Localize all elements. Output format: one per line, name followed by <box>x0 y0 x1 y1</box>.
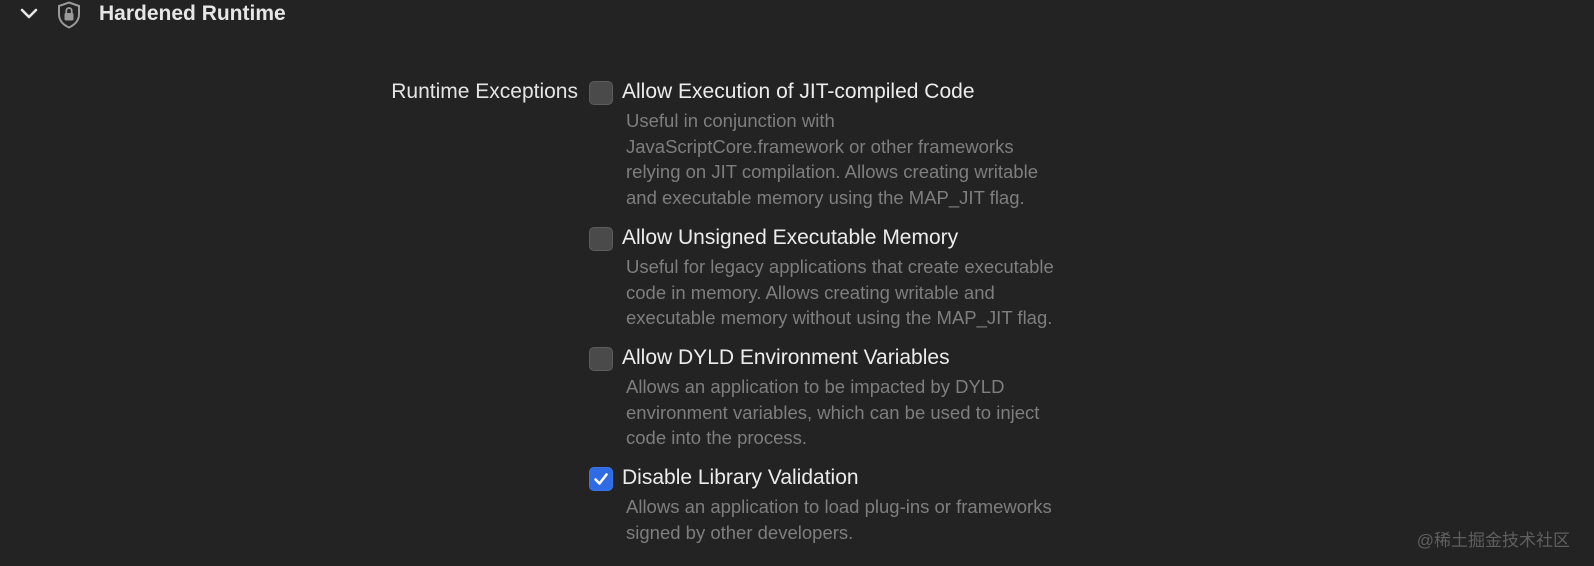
allow-unsigned-memory-label[interactable]: Allow Unsigned Executable Memory <box>622 225 958 251</box>
allow-jit-label[interactable]: Allow Execution of JIT-compiled Code <box>622 79 975 105</box>
description-line: executable memory without using the MAP_… <box>626 307 1053 329</box>
description-line: JavaScriptCore.framework or other framew… <box>626 135 1014 157</box>
disable-library-validation-label[interactable]: Disable Library Validation <box>622 465 859 491</box>
allow-dyld-env-description: Allows an application to be impacted by … <box>626 374 1039 451</box>
description-line: Allows an application to load plug-ins o… <box>626 496 1052 517</box>
allow-jit-checkbox[interactable] <box>589 81 613 105</box>
allow-dyld-env-checkbox[interactable] <box>589 347 613 371</box>
chevron-down-icon[interactable] <box>18 3 40 25</box>
section-title: Hardened Runtime <box>99 2 286 25</box>
disable-library-validation-checkbox[interactable] <box>589 467 613 491</box>
section-header: Hardened Runtime <box>0 0 1594 30</box>
description-line: signed by other developers. <box>626 521 854 543</box>
description-line: code into the process. <box>626 427 807 449</box>
allow-jit-description: Useful in conjunction with JavaScriptCor… <box>626 108 1038 211</box>
description-line: environment variables, which can be used… <box>626 401 1040 423</box>
description-line: code in memory. Allows creating writable… <box>626 281 995 303</box>
description-line: Useful in conjunction with <box>626 110 835 131</box>
allow-unsigned-memory-description: Useful for legacy applications that crea… <box>626 254 1054 331</box>
runtime-exceptions-label: Runtime Exceptions <box>391 80 578 103</box>
allow-dyld-env-label[interactable]: Allow DYLD Environment Variables <box>622 345 950 371</box>
description-line: Useful for legacy applications that crea… <box>626 256 1054 277</box>
allow-unsigned-memory-checkbox[interactable] <box>589 227 613 251</box>
checkmark-icon <box>594 473 608 485</box>
disable-library-validation-description: Allows an application to load plug-ins o… <box>626 494 1052 545</box>
watermark: @稀土掘金技术社区 <box>1416 531 1570 550</box>
description-line: and executable memory using the MAP_JIT … <box>626 187 1025 209</box>
description-line: Allows an application to be impacted by … <box>626 376 1005 397</box>
description-line: relying on JIT compilation. Allows creat… <box>626 161 1038 183</box>
shield-lock-icon <box>56 1 82 29</box>
